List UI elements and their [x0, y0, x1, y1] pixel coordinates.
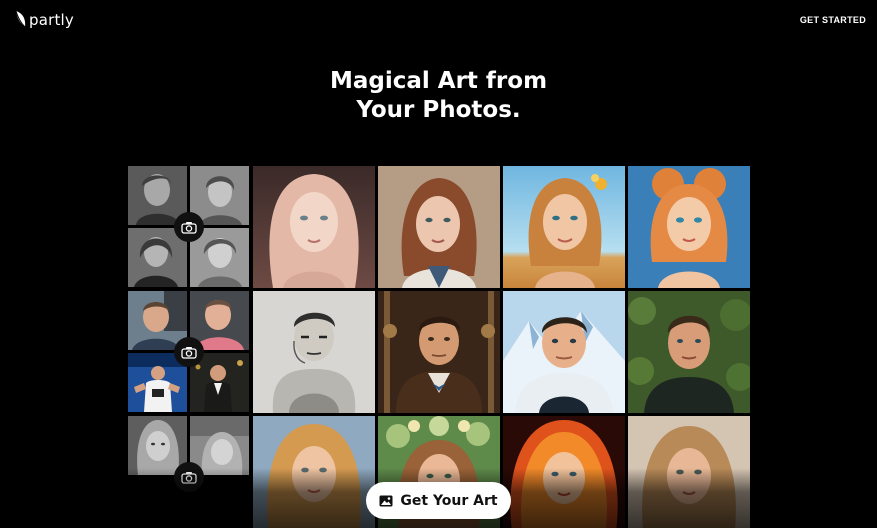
art-tile — [628, 166, 750, 288]
hero-line-1: Magical Art from — [329, 68, 548, 94]
art-tile — [503, 416, 625, 528]
art-tile — [253, 291, 375, 413]
art-tile — [253, 416, 375, 528]
camera-icon — [174, 212, 204, 242]
source-photos — [128, 416, 250, 528]
get-your-art-button[interactable]: Get Your Art — [366, 482, 511, 519]
gallery-row — [128, 291, 750, 413]
gallery-row — [128, 166, 750, 288]
brand-logo[interactable]: partly — [14, 10, 74, 30]
art-tile — [503, 166, 625, 288]
art-tile — [378, 291, 500, 413]
art-tile — [378, 166, 500, 288]
leaf-icon — [14, 10, 28, 30]
hero-headline: Magical Art from Your Photos. — [0, 67, 877, 125]
get-started-link[interactable]: GET STARTED — [800, 15, 866, 25]
brand-name: partly — [29, 11, 75, 29]
source-photos — [128, 291, 250, 413]
camera-icon — [174, 337, 204, 367]
art-tile — [628, 416, 750, 528]
top-bar: partly GET STARTED — [0, 0, 877, 42]
art-gallery — [128, 166, 750, 528]
hero-line-2: Your Photos. — [356, 97, 521, 123]
source-photos — [128, 166, 250, 288]
get-your-art-label: Get Your Art — [400, 492, 498, 509]
art-tile — [503, 291, 625, 413]
camera-icon — [174, 462, 204, 492]
image-icon — [379, 495, 393, 507]
art-tile — [628, 291, 750, 413]
art-tile — [253, 166, 375, 288]
